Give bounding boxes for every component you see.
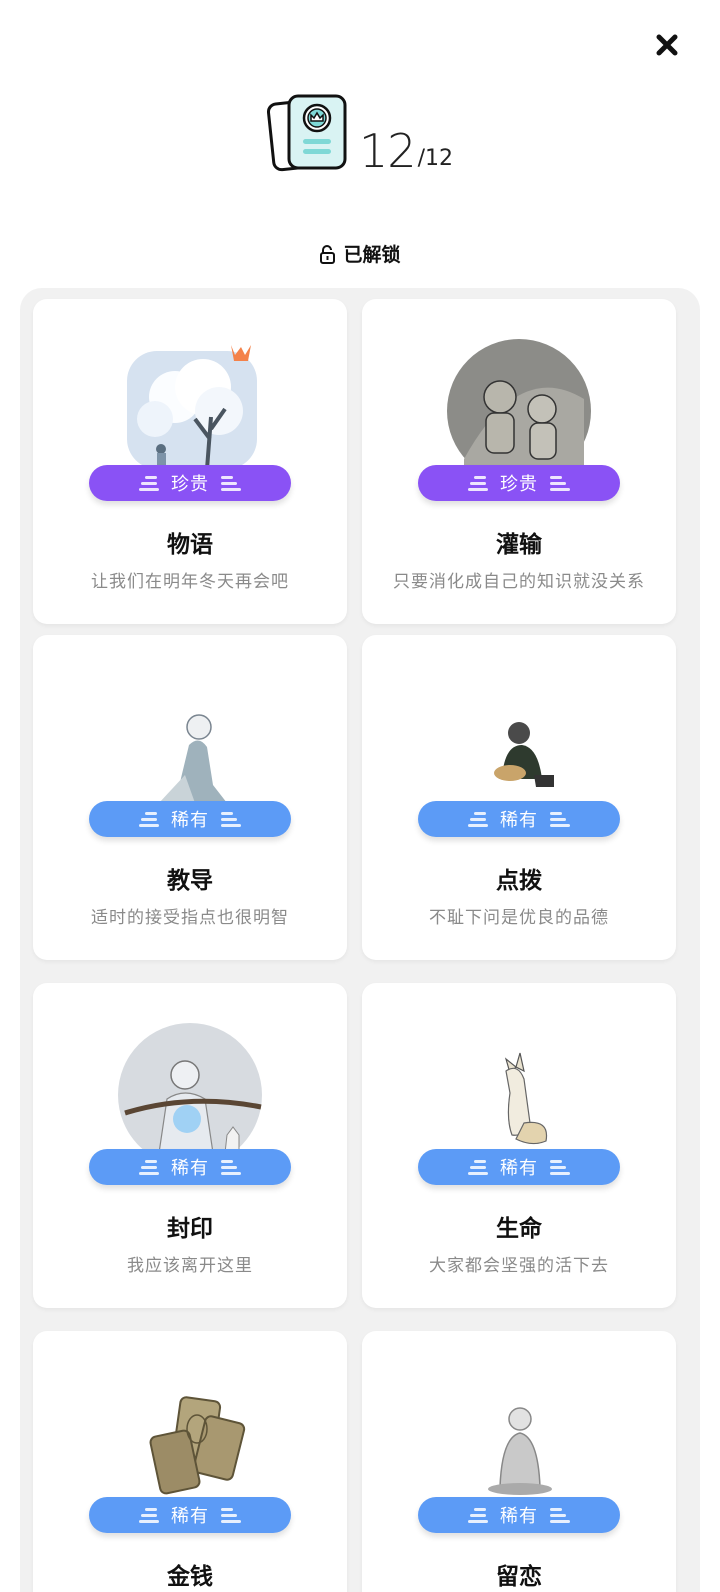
card-artwork [444, 1023, 594, 1153]
badge-bars-left [139, 1507, 159, 1523]
badge-bars-right [550, 1159, 570, 1175]
card-description: 让我们在明年冬天再会吧 [91, 572, 289, 592]
rarity-label: 稀有 [171, 810, 209, 831]
card-item[interactable]: 珍贵 物语 让我们在明年冬天再会吧 [33, 299, 347, 624]
rarity-badge: 稀有 [418, 1497, 620, 1533]
card-item[interactable]: 稀有 封印 我应该离开这里 [33, 983, 347, 1308]
collected-count: 12 [359, 124, 417, 178]
unlocked-section-header: 已解锁 [0, 240, 720, 267]
rarity-badge: 稀有 [89, 1497, 291, 1533]
card-collection-icon [267, 94, 347, 172]
card-title: 封印 [167, 1215, 213, 1242]
badge-bars-right [221, 475, 241, 491]
card-description: 只要消化成自己的知识就没关系 [393, 572, 645, 592]
badge-bars-right [550, 811, 570, 827]
close-icon [656, 34, 678, 56]
rarity-label: 珍贵 [500, 474, 538, 495]
snow-tree-icon [127, 345, 257, 469]
rarity-label: 稀有 [500, 810, 538, 831]
close-button[interactable] [650, 28, 684, 62]
card-title: 点拨 [496, 867, 542, 894]
card-item[interactable]: 稀有 教导 适时的接受指点也很明智 [33, 635, 347, 960]
unlocked-label: 已解锁 [343, 244, 401, 266]
card-item[interactable]: 稀有 生命 大家都会坚强的活下去 [362, 983, 676, 1308]
sealed-figure-icon [118, 1023, 262, 1153]
rarity-badge: 稀有 [418, 1149, 620, 1185]
card-title: 教导 [167, 867, 213, 894]
card-artwork [115, 339, 265, 469]
rarity-label: 稀有 [500, 1158, 538, 1179]
card-description: 大家都会坚强的活下去 [429, 1256, 609, 1276]
rarity-badge: 稀有 [89, 801, 291, 837]
unlock-icon [320, 244, 336, 264]
badge-bars-right [221, 1507, 241, 1523]
children-sketch-icon [447, 339, 591, 469]
coins-icon [149, 1396, 246, 1495]
card-title: 物语 [167, 531, 213, 558]
card-title: 留恋 [496, 1563, 542, 1590]
card-artwork [444, 339, 594, 469]
rarity-badge: 稀有 [418, 801, 620, 837]
card-artwork [115, 1371, 265, 1501]
card-artwork [115, 1023, 265, 1153]
card-title: 生命 [496, 1215, 542, 1242]
card-description: 我应该离开这里 [127, 1256, 253, 1276]
card-artwork [115, 675, 265, 805]
rarity-badge: 珍贵 [89, 465, 291, 501]
badge-bars-left [139, 811, 159, 827]
card-item[interactable]: 珍贵 灌输 只要消化成自己的知识就没关系 [362, 299, 676, 624]
badge-bars-left [139, 1159, 159, 1175]
card-title: 灌输 [496, 531, 542, 558]
rarity-badge: 珍贵 [418, 465, 620, 501]
badge-bars-left [468, 811, 488, 827]
badge-bars-left [468, 1159, 488, 1175]
sitting-monk-icon [494, 722, 554, 787]
fox-icon [504, 1052, 548, 1145]
seated-statue-icon [488, 1407, 552, 1495]
card-item[interactable]: 稀有 留恋 [362, 1331, 676, 1592]
card-title: 金钱 [167, 1563, 213, 1590]
kneeling-figure-icon [159, 714, 227, 803]
badge-bars-left [139, 475, 159, 491]
card-item[interactable]: 稀有 金钱 [33, 1331, 347, 1592]
card-artwork [444, 1371, 594, 1501]
total-count: /12 [417, 146, 453, 171]
collection-header: 12 /12 [0, 92, 720, 174]
badge-bars-left [468, 475, 488, 491]
rarity-label: 稀有 [171, 1506, 209, 1527]
rarity-badge: 稀有 [89, 1149, 291, 1185]
rarity-label: 稀有 [500, 1506, 538, 1527]
card-item[interactable]: 稀有 点拨 不耻下问是优良的品德 [362, 635, 676, 960]
collection-screen: 12 /12 已解锁 珍贵 物语 让我们在明年冬天再会吧 珍贵 灌输 只要消化成… [0, 0, 720, 1592]
card-description: 不耻下问是优良的品德 [429, 908, 609, 928]
card-artwork [444, 675, 594, 805]
badge-bars-right [221, 1159, 241, 1175]
rarity-label: 稀有 [171, 1158, 209, 1179]
badge-bars-left [468, 1507, 488, 1523]
badge-bars-right [221, 811, 241, 827]
badge-bars-right [550, 1507, 570, 1523]
badge-bars-right [550, 475, 570, 491]
rarity-label: 珍贵 [171, 474, 209, 495]
card-description: 适时的接受指点也很明智 [91, 908, 289, 928]
